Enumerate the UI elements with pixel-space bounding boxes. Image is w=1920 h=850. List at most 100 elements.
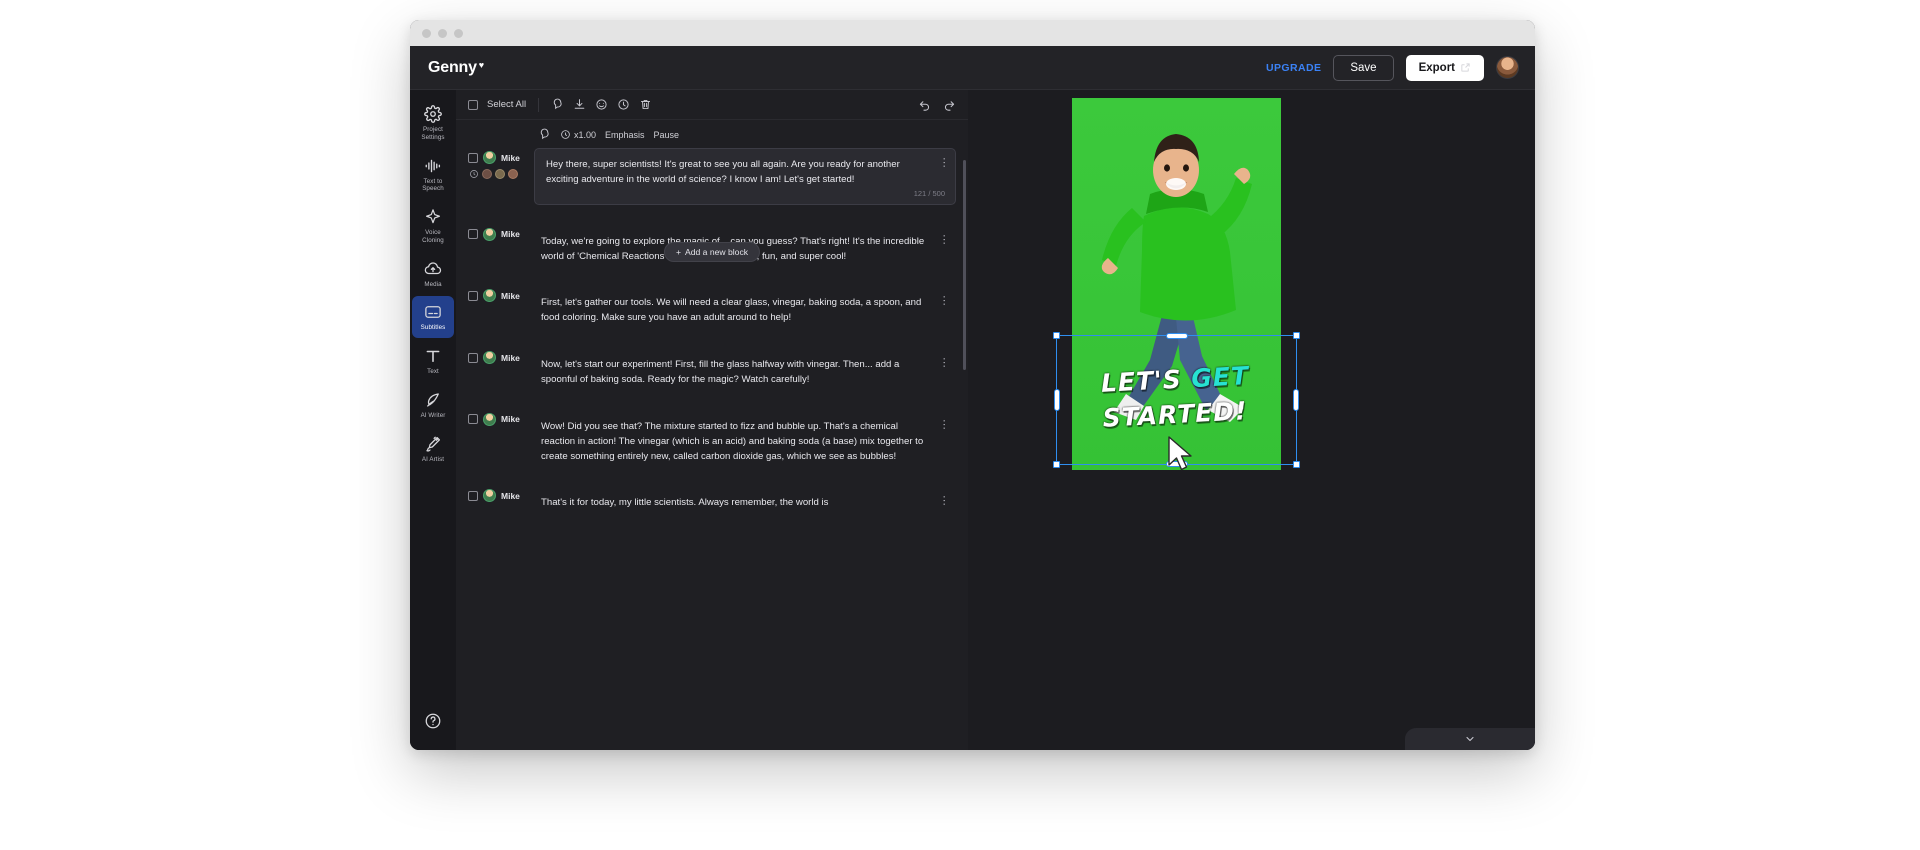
block-text: That's it for today, my little scientist… (541, 497, 829, 509)
speaker-name: Mike (501, 414, 520, 425)
speaker-row[interactable]: Mike (468, 227, 534, 241)
text-t-icon (426, 350, 440, 363)
sidebar-item-ai-artist[interactable]: AI Artist (412, 428, 454, 470)
undo-icon[interactable] (918, 98, 931, 111)
user-avatar[interactable] (1496, 56, 1519, 79)
block-checkbox[interactable] (468, 152, 478, 163)
resize-handle-top[interactable] (1165, 333, 1188, 339)
block-menu-icon[interactable]: ⋯ (938, 157, 950, 168)
resize-handle-bottom-left[interactable] (1053, 461, 1060, 468)
help-button[interactable] (412, 705, 454, 736)
resize-handle-top-right[interactable] (1293, 332, 1300, 339)
voice-variant-icon[interactable] (508, 169, 518, 179)
voice-icon[interactable] (551, 98, 564, 111)
script-block[interactable]: Mike Wow! Did you see that? The mixture … (456, 408, 968, 477)
chevron-down-icon[interactable] (1464, 733, 1476, 745)
add-new-block-button[interactable]: + Add a new block (663, 242, 761, 262)
block-mini-actions (469, 169, 534, 179)
window-minimize-button[interactable] (438, 28, 447, 38)
script-block[interactable]: Mike Now, let's start our experiment! Fi… (456, 346, 968, 400)
trash-icon[interactable] (639, 98, 652, 111)
block-checkbox[interactable] (468, 352, 478, 363)
speaker-avatar (483, 227, 496, 241)
upgrade-link[interactable]: UPGRADE (1266, 62, 1321, 74)
app-window: Genny ♥ UPGRADE Save Export Project Sett… (410, 20, 1535, 750)
block-menu-icon[interactable]: ⋯ (938, 495, 950, 506)
app-logo[interactable]: Genny ♥ (428, 59, 484, 77)
sidebar-item-project-settings[interactable]: Project Settings (412, 98, 454, 148)
preview-footer-bar (1405, 728, 1535, 750)
script-block[interactable]: Mike That's it for today, my little scie… (456, 484, 968, 523)
block-speaker: Mike (468, 410, 534, 426)
redo-icon[interactable] (943, 98, 956, 111)
window-close-button[interactable] (422, 28, 431, 38)
script-block[interactable]: Mike First, let's gather our tools. We w… (456, 284, 968, 338)
speaker-avatar (483, 351, 496, 365)
sidebar-item-subtitles[interactable]: Subtitles (412, 296, 454, 338)
sidebar-item-text[interactable]: Text (412, 340, 454, 382)
resize-handle-left[interactable] (1054, 389, 1060, 411)
block-menu-icon[interactable]: ⋯ (938, 234, 950, 245)
block-speaker: Mike (468, 148, 534, 179)
block-menu-icon[interactable]: ⋯ (938, 357, 950, 368)
block-menu-icon[interactable]: ⋯ (938, 419, 950, 430)
history-actions (918, 98, 956, 111)
speaker-row[interactable]: Mike (468, 289, 534, 303)
sidebar-item-text-to-speech[interactable]: Text to Speech (412, 150, 454, 200)
block-checkbox[interactable] (468, 229, 478, 240)
resize-handle-bottom-right[interactable] (1293, 461, 1300, 468)
block-text-input[interactable]: That's it for today, my little scientist… (534, 486, 956, 521)
block-text-input[interactable]: First, let's gather our tools. We will n… (534, 286, 956, 336)
resize-handle-top-left[interactable] (1053, 332, 1060, 339)
speaker-row[interactable]: Mike (468, 151, 534, 164)
script-block[interactable]: Mike Hey there, super scientists! It's g… (456, 146, 968, 207)
block-speaker: Mike (468, 286, 534, 303)
block-menu-icon[interactable]: ⋯ (938, 295, 950, 306)
save-button[interactable]: Save (1333, 54, 1394, 81)
block-text-input[interactable]: Now, let's start our experiment! First, … (534, 348, 956, 398)
select-all-label[interactable]: Select All (487, 99, 526, 110)
select-all-checkbox[interactable] (468, 99, 478, 110)
sidebar-item-label: Voice Cloning (422, 229, 444, 244)
resize-handle-right[interactable] (1293, 389, 1299, 411)
block-text-input[interactable]: Hey there, super scientists! It's great … (534, 148, 956, 205)
heart-icon: ♥ (478, 59, 484, 70)
block-checkbox[interactable] (468, 290, 478, 301)
block-text-input[interactable]: Wow! Did you see that? The mixture start… (534, 410, 956, 475)
speaker-name: Mike (501, 490, 520, 501)
script-scrollbar[interactable] (963, 160, 966, 370)
block-checkbox[interactable] (468, 490, 478, 501)
gear-icon (424, 105, 442, 123)
speaker-avatar (483, 289, 496, 303)
speaker-row[interactable]: Mike (468, 351, 534, 365)
speaker-name: Mike (501, 352, 520, 363)
window-maximize-button[interactable] (454, 28, 463, 38)
emotion-icon[interactable] (595, 98, 608, 111)
block-checkbox[interactable] (468, 414, 478, 425)
voice-icon[interactable] (538, 128, 551, 141)
pause-button[interactable]: Pause (654, 130, 680, 140)
speaker-row[interactable]: Mike (468, 412, 534, 426)
sidebar-item-ai-writer[interactable]: AI Writer (412, 384, 454, 426)
sidebar-item-media[interactable]: Media (412, 253, 454, 295)
sidebar-item-voice-cloning[interactable]: Voice Cloning (412, 201, 454, 251)
export-button[interactable]: Export (1405, 54, 1484, 81)
sidebar-item-label: Text to Speech (422, 177, 444, 193)
screenshot-root: Genny ♥ UPGRADE Save Export Project Sett… (0, 0, 1920, 850)
block-speaker: Mike (468, 348, 534, 365)
emphasis-button[interactable]: Emphasis (605, 130, 645, 140)
voice-variant-icon[interactable] (482, 169, 492, 179)
voice-variant-icon[interactable] (495, 169, 505, 179)
speed-value: x1.00 (574, 129, 597, 140)
speed-control[interactable]: x1.00 (560, 129, 596, 140)
block-text: Wow! Did you see that? The mixture start… (541, 420, 924, 462)
history-icon[interactable] (469, 169, 479, 179)
window-titlebar (410, 20, 1535, 46)
speed-icon[interactable] (617, 98, 630, 111)
download-icon[interactable] (573, 98, 586, 111)
script-panel: Select All x1.00 Emphasis Pause Mike Hey… (456, 90, 968, 750)
speaker-row[interactable]: Mike (468, 489, 534, 503)
paintbrush-icon (426, 436, 441, 452)
speaker-name: Mike (501, 290, 520, 301)
script-blocks-list[interactable]: x1.00 Emphasis Pause Mike Hey there, sup… (456, 120, 968, 750)
